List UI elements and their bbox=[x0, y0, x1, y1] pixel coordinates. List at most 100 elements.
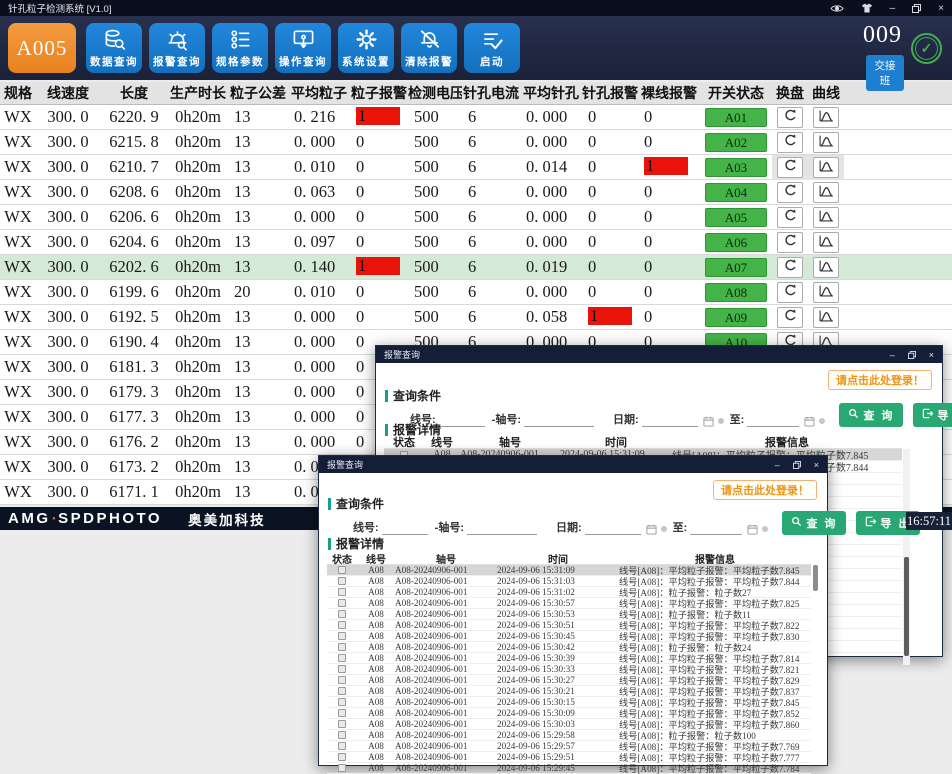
toolbar-button-gear[interactable]: 系统设置 bbox=[338, 23, 394, 73]
curve-chart-button[interactable] bbox=[813, 232, 839, 253]
status-checkbox[interactable] bbox=[338, 742, 346, 750]
status-checkbox[interactable] bbox=[338, 621, 346, 629]
status-checkbox[interactable] bbox=[338, 731, 346, 739]
switch-state-button[interactable]: A01 bbox=[705, 108, 767, 127]
status-checkbox[interactable] bbox=[338, 599, 346, 607]
change-reel-button[interactable] bbox=[777, 257, 803, 278]
dialog-scrollbar[interactable] bbox=[903, 449, 910, 665]
curve-chart-button[interactable] bbox=[813, 282, 839, 303]
calendar-icon[interactable] bbox=[804, 416, 815, 427]
curve-chart-button[interactable] bbox=[813, 182, 839, 203]
export-button[interactable]: 导 出 bbox=[913, 403, 952, 427]
radio-dot-icon[interactable] bbox=[762, 526, 768, 532]
voltage-cell: 500 bbox=[408, 255, 462, 280]
col-header: 生产时长 bbox=[168, 83, 228, 103]
radio-dot-icon[interactable] bbox=[718, 418, 724, 424]
shift-button[interactable]: 交接班 bbox=[866, 55, 904, 91]
change-reel-button[interactable] bbox=[777, 157, 803, 178]
toolbar-button-touch-query[interactable]: 操作查询 bbox=[275, 23, 331, 73]
radio-dot-icon[interactable] bbox=[661, 526, 667, 532]
status-checkbox[interactable] bbox=[338, 709, 346, 717]
date-from-input[interactable] bbox=[642, 413, 698, 427]
eye-icon[interactable] bbox=[830, 4, 844, 13]
change-reel-button[interactable] bbox=[777, 107, 803, 128]
status-checkbox[interactable] bbox=[338, 643, 346, 651]
status-checkbox[interactable] bbox=[338, 687, 346, 695]
switch-state-button[interactable]: A05 bbox=[705, 208, 767, 227]
toolbar-button-bell-off[interactable]: 清除报警 bbox=[401, 23, 457, 73]
switch-state-cell: A01 bbox=[700, 105, 772, 130]
axis-number-input[interactable] bbox=[467, 521, 537, 535]
close-icon[interactable]: × bbox=[938, 3, 944, 14]
status-checkbox[interactable] bbox=[338, 665, 346, 673]
shift-counter: 009 bbox=[863, 22, 902, 49]
change-reel-button[interactable] bbox=[777, 207, 803, 228]
search-button[interactable]: 查 询 bbox=[782, 511, 846, 535]
change-reel-button[interactable] bbox=[777, 182, 803, 203]
change-reel-button[interactable] bbox=[777, 307, 803, 328]
skin-icon[interactable] bbox=[861, 3, 873, 13]
radio-dot-icon[interactable] bbox=[819, 418, 825, 424]
change-reel-button[interactable] bbox=[777, 132, 803, 153]
switch-state-button[interactable]: A03 bbox=[705, 158, 767, 177]
switch-state-button[interactable]: A06 bbox=[705, 233, 767, 252]
curve-chart-button[interactable] bbox=[813, 207, 839, 228]
switch-state-button[interactable]: A07 bbox=[705, 258, 767, 277]
curve-chart-button[interactable] bbox=[813, 157, 839, 178]
toolbar-button-database-search[interactable]: 数据查询 bbox=[86, 23, 142, 73]
change-reel-button[interactable] bbox=[777, 232, 803, 253]
switch-state-button[interactable]: A08 bbox=[705, 283, 767, 302]
restore-icon[interactable] bbox=[912, 4, 921, 13]
status-checkbox[interactable] bbox=[338, 764, 346, 772]
status-checkbox[interactable] bbox=[338, 610, 346, 618]
status-checkbox[interactable] bbox=[338, 753, 346, 761]
status-checkbox[interactable] bbox=[338, 676, 346, 684]
status-checkbox[interactable] bbox=[338, 577, 346, 585]
date-to-input[interactable] bbox=[690, 521, 742, 535]
calendar-icon[interactable] bbox=[703, 416, 714, 427]
minimize-icon[interactable]: – bbox=[890, 350, 895, 360]
toolbar-button-alarm-search[interactable]: 报警查询 bbox=[149, 23, 205, 73]
search-button[interactable]: 查 询 bbox=[839, 403, 903, 427]
status-checkbox[interactable] bbox=[338, 588, 346, 596]
curve-chart-button[interactable] bbox=[813, 107, 839, 128]
curve-chart-button[interactable] bbox=[813, 132, 839, 153]
date-from-input[interactable] bbox=[585, 521, 641, 535]
status-checkbox[interactable] bbox=[338, 566, 346, 574]
axis-number-input[interactable] bbox=[524, 413, 594, 427]
curve-chart-button[interactable] bbox=[813, 307, 839, 328]
status-checkbox[interactable] bbox=[338, 632, 346, 640]
machine-id-button[interactable]: A005 bbox=[8, 23, 76, 73]
line-number-input[interactable] bbox=[439, 413, 485, 427]
speed-cell: 300. 0 bbox=[36, 180, 100, 205]
login-hint-button[interactable]: 请点击此处登录！ bbox=[828, 370, 932, 390]
curve-chart-button[interactable] bbox=[813, 257, 839, 278]
calendar-icon[interactable] bbox=[646, 524, 657, 535]
calendar-icon[interactable] bbox=[747, 524, 758, 535]
switch-state-button[interactable]: A02 bbox=[705, 133, 767, 152]
close-icon[interactable]: × bbox=[814, 460, 819, 470]
minimize-icon[interactable]: – bbox=[775, 460, 780, 470]
toolbar-button-list-params[interactable]: 规格参数 bbox=[212, 23, 268, 73]
date-to-input[interactable] bbox=[747, 413, 799, 427]
login-hint-button[interactable]: 请点击此处登录！ bbox=[713, 480, 817, 500]
dialog-scrollbar[interactable] bbox=[812, 565, 819, 773]
line-number-input[interactable] bbox=[382, 521, 428, 535]
close-icon[interactable]: × bbox=[929, 350, 934, 360]
switch-state-button[interactable]: A09 bbox=[705, 308, 767, 327]
status-checkbox[interactable] bbox=[338, 654, 346, 662]
status-cell bbox=[327, 764, 357, 772]
status-checkbox[interactable] bbox=[338, 698, 346, 706]
gear-icon bbox=[355, 27, 378, 52]
line-cell: A08 bbox=[357, 598, 395, 608]
scrollbar-thumb[interactable] bbox=[904, 557, 909, 656]
switch-state-button[interactable]: A04 bbox=[705, 183, 767, 202]
alarm-details-section-title: 报警详情 bbox=[328, 535, 384, 552]
minimize-icon[interactable]: – bbox=[890, 3, 896, 14]
restore-icon[interactable] bbox=[908, 351, 916, 359]
change-reel-button[interactable] bbox=[777, 282, 803, 303]
status-checkbox[interactable] bbox=[338, 720, 346, 728]
toolbar-button-start-check[interactable]: 启动 bbox=[464, 23, 520, 73]
restore-icon[interactable] bbox=[793, 461, 801, 469]
scrollbar-thumb[interactable] bbox=[813, 565, 818, 591]
